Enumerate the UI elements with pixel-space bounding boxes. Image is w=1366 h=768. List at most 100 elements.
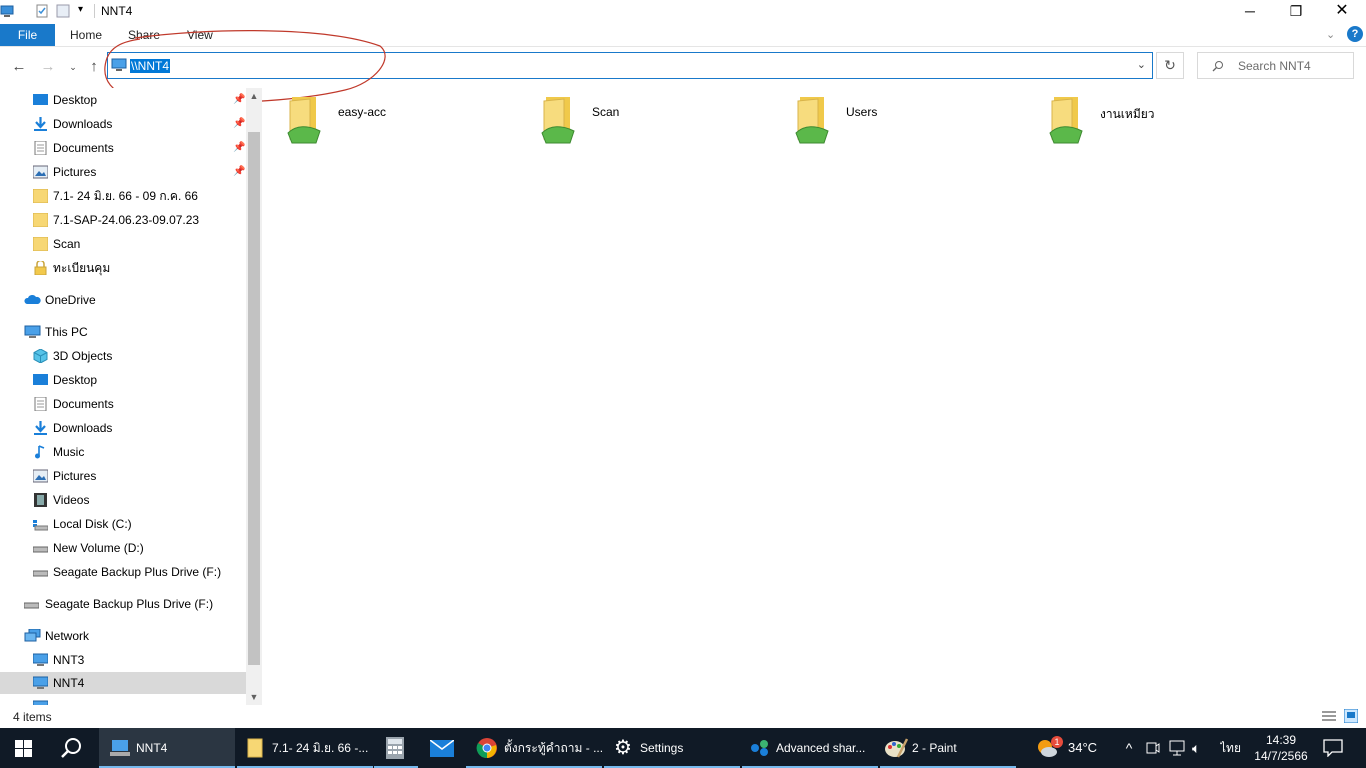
share-item[interactable]: Scan <box>540 95 790 147</box>
ribbon-expand-icon[interactable]: ⌄ <box>1326 24 1335 46</box>
sidebar-item-music[interactable]: Music <box>0 441 246 463</box>
status-bar: 4 items <box>0 706 1366 728</box>
sidebar-item-scan[interactable]: Scan <box>0 233 246 255</box>
qat-dropdown-icon[interactable]: ▾ <box>78 4 83 15</box>
cloud-icon <box>24 294 41 304</box>
windows-start-icon[interactable] <box>15 740 32 757</box>
pin-icon: 📌 <box>233 142 246 153</box>
sidebar-item-nnt4[interactable]: NNT4 <box>0 672 246 694</box>
taskbar-item-label: 2 - Paint <box>912 741 957 755</box>
navigation-pane: Desktop 📌 Downloads 📌 Documents 📌 Pictur… <box>0 88 246 705</box>
share-item[interactable]: easy-acc <box>286 95 536 147</box>
share-item[interactable]: Users <box>794 95 1044 147</box>
restore-button[interactable]: ❐ <box>1273 0 1319 24</box>
taskbar-item-explorer-nnt4[interactable]: NNT4 <box>99 728 235 768</box>
shared-folder-icon <box>795 97 829 144</box>
search-icon[interactable] <box>61 737 83 759</box>
sidebar-item-documents-pc[interactable]: Documents <box>0 393 246 415</box>
sidebar-item-nnt3[interactable]: NNT3 <box>0 649 246 671</box>
sidebar-item-desktop-pc[interactable]: Desktop <box>0 369 246 391</box>
sidebar-item-local-disk-c[interactable]: Local Disk (C:) <box>0 513 246 535</box>
sidebar-item-network[interactable]: Network <box>0 625 246 647</box>
refresh-button[interactable]: ↻ <box>1156 52 1184 79</box>
search-input[interactable]: Search NNT4 <box>1197 52 1354 79</box>
share-label: Users <box>846 105 878 119</box>
network-drive-icon <box>110 740 130 756</box>
new-folder-icon[interactable] <box>56 4 70 18</box>
back-button[interactable]: ← <box>9 57 29 77</box>
sidebar-item-downloads-pc[interactable]: Downloads <box>0 417 246 439</box>
sidebar-item-3d-objects[interactable]: 3D Objects <box>0 345 246 367</box>
mail-icon <box>430 740 454 757</box>
scroll-up-icon[interactable]: ▲ <box>246 88 262 104</box>
sidebar-item-documents[interactable]: Documents 📌 <box>0 137 246 159</box>
sidebar-item-folder-sap[interactable]: 7.1-SAP-24.06.23-09.07.23 <box>0 209 246 231</box>
network-status-icon[interactable] <box>1168 740 1186 756</box>
sidebar-item-downloads[interactable]: Downloads 📌 <box>0 113 246 135</box>
minimize-button[interactable]: ─ <box>1227 0 1273 24</box>
properties-icon[interactable] <box>35 4 49 18</box>
sidebar-item-register[interactable]: ทะเบียนคุม <box>0 257 246 279</box>
sidebar-item-videos[interactable]: Videos <box>0 489 246 511</box>
recent-locations-icon[interactable]: ⌄ <box>63 57 83 77</box>
large-icons-view-icon[interactable] <box>1344 709 1358 723</box>
scrollbar-thumb[interactable] <box>248 132 260 665</box>
taskbar-item-chrome[interactable]: ตั้งกระทู้คำถาม - ... <box>466 728 602 768</box>
computer-icon <box>33 700 48 705</box>
sidebar-item-label: Videos <box>53 493 90 507</box>
sidebar-item-partial[interactable] <box>0 696 246 705</box>
language-indicator[interactable]: ไทย <box>1220 728 1244 768</box>
divider <box>94 4 95 18</box>
volume-icon[interactable]: 🔈︎ <box>1192 728 1210 768</box>
taskbar-item-mail[interactable] <box>420 728 464 768</box>
sidebar-item-new-volume-d[interactable]: New Volume (D:) <box>0 537 246 559</box>
search-placeholder: Search NNT4 <box>1238 59 1311 73</box>
sidebar-item-label: Network <box>45 629 90 643</box>
folder-icon <box>33 213 48 227</box>
share-item[interactable]: งานเหมียว <box>1048 95 1298 147</box>
weather-widget[interactable]: 1 34°C <box>1032 728 1104 768</box>
drive-icon <box>33 570 48 577</box>
sidebar-item-folder-71[interactable]: 7.1- 24 มิ.ย. 66 - 09 ก.ค. 66 <box>0 185 246 207</box>
taskbar-item-settings[interactable]: ⚙ Settings <box>604 728 740 768</box>
drive-icon <box>24 602 39 609</box>
taskbar-item-label: Settings <box>640 741 684 755</box>
forward-button[interactable]: → <box>38 57 58 77</box>
sidebar-item-desktop[interactable]: Desktop 📌 <box>0 89 246 111</box>
help-icon[interactable]: ? <box>1347 26 1363 42</box>
sidebar-item-seagate-external[interactable]: Seagate Backup Plus Drive (F:) <box>0 593 246 615</box>
meet-icon[interactable] <box>1146 741 1160 755</box>
clock[interactable]: 14:39 14/7/2566 <box>1252 732 1310 764</box>
sidebar-item-onedrive[interactable]: OneDrive <box>0 289 246 311</box>
notification-icon[interactable] <box>1323 739 1343 757</box>
sidebar-item-label: OneDrive <box>45 293 96 307</box>
sidebar-item-label: NNT4 <box>53 676 85 690</box>
taskbar-item-explorer-folder[interactable]: 7.1- 24 มิ.ย. 66 -... <box>237 728 373 768</box>
sidebar-item-pictures[interactable]: Pictures 📌 <box>0 161 246 183</box>
tab-file[interactable]: File <box>0 24 55 46</box>
address-dropdown-icon[interactable]: ⌄ <box>1137 58 1146 71</box>
taskbar-item-advanced-sharing[interactable]: Advanced shar... <box>742 728 878 768</box>
share-label: งานเหมียว <box>1100 107 1155 121</box>
computer-icon <box>0 5 14 17</box>
taskbar-item-paint[interactable]: 2 - Paint <box>880 728 1016 768</box>
pin-icon: 📌 <box>233 166 246 177</box>
chevron-up-icon[interactable]: ^ <box>1120 728 1138 768</box>
details-view-icon[interactable] <box>1322 710 1336 722</box>
sidebar-scrollbar[interactable]: ▲ ▼ <box>246 88 262 705</box>
scroll-down-icon[interactable]: ▼ <box>246 689 262 705</box>
download-icon <box>34 117 47 131</box>
taskbar-item-calculator[interactable] <box>374 728 418 768</box>
chrome-icon <box>476 738 497 759</box>
share-label: easy-acc <box>338 105 387 119</box>
sidebar-item-label: This PC <box>45 325 88 339</box>
music-icon <box>35 445 45 459</box>
sidebar-item-pictures-pc[interactable]: Pictures <box>0 465 246 487</box>
download-icon <box>34 421 47 435</box>
sidebar-item-label: Pictures <box>53 469 97 483</box>
local-disk-icon <box>33 520 48 531</box>
sidebar-item-seagate-f[interactable]: Seagate Backup Plus Drive (F:) <box>0 561 246 583</box>
sidebar-item-this-pc[interactable]: This PC <box>0 321 246 343</box>
sidebar-item-label: New Volume (D:) <box>53 541 144 555</box>
close-button[interactable]: ✕ <box>1319 0 1365 24</box>
